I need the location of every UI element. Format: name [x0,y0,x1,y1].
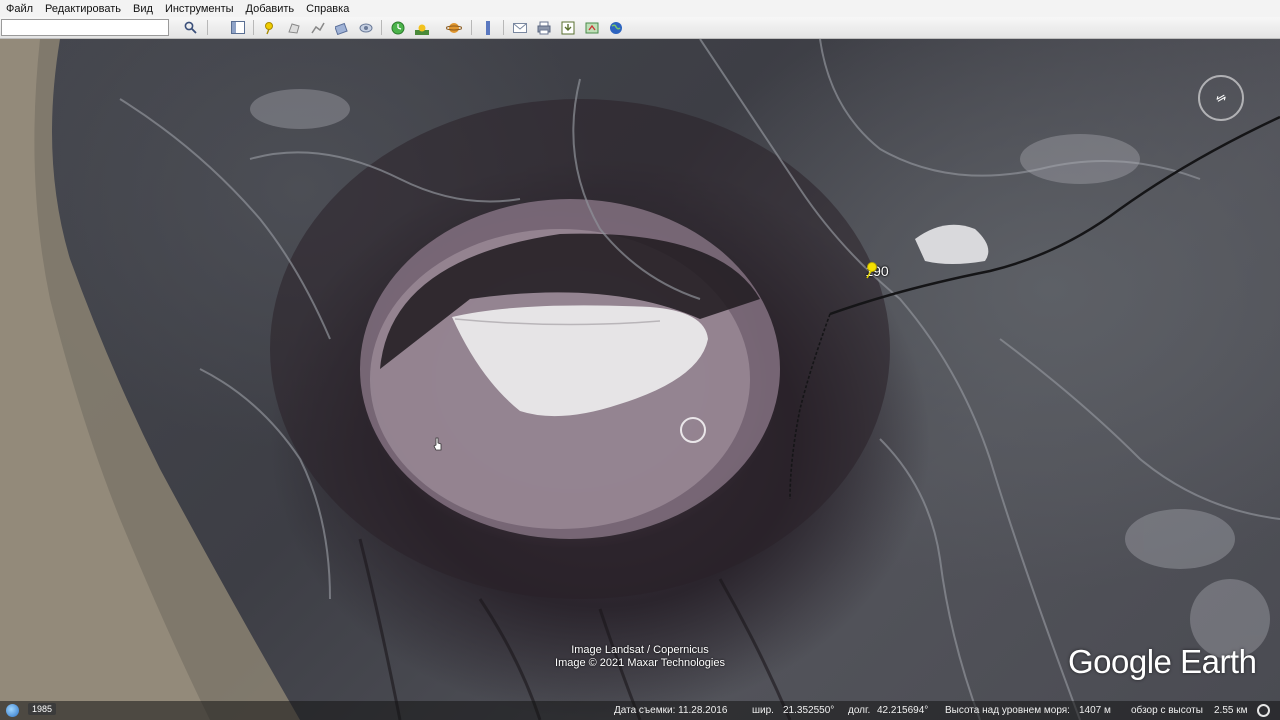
map-view[interactable]: ⇋ 190 Image Landsat / Copernicus Image ©… [0,39,1280,720]
sunlight-icon [415,24,429,35]
save-image-icon [561,21,575,34]
historical-imagery-icon [391,21,405,34]
add-image-overlay-button[interactable] [333,19,351,36]
longitude-label: долг. [848,705,871,716]
switch-planet-icon [446,22,462,33]
menu-bar: Файл Редактировать Вид Инструменты Добав… [0,0,1280,17]
email-icon [513,22,527,33]
menu-add[interactable]: Добавить [246,3,295,15]
ruler-button[interactable] [479,19,497,36]
add-polygon-button[interactable] [285,19,303,36]
record-tour-button[interactable] [357,19,375,36]
attribution-line-2: Image © 2021 Maxar Technologies [555,657,725,669]
view-in-maps-button[interactable] [583,19,601,36]
add-path-button[interactable] [309,19,327,36]
email-button[interactable] [511,19,529,36]
imagery-attribution: Image Landsat / Copernicus Image © 2021 … [540,644,740,670]
menu-view[interactable]: Вид [133,3,153,15]
compass-control[interactable]: ⇋ [1198,75,1244,121]
toolbar [0,17,1280,39]
earth-button[interactable] [607,19,625,36]
view-in-maps-icon [585,22,599,33]
compass-arrows-icon: ⇋ [1213,89,1229,107]
longitude-value: 42.215694° [877,705,929,716]
eye-altitude-label: обзор с высоты [1131,705,1203,716]
menu-help[interactable]: Справка [306,3,349,15]
historical-imagery-button[interactable] [389,19,407,36]
earth-icon [610,21,622,34]
search-icon [184,21,197,34]
google-earth-logo: Google Earth [1068,643,1257,680]
save-image-button[interactable] [559,19,577,36]
sidebar-toggle-button[interactable] [229,19,247,36]
add-polygon-icon [288,22,300,34]
menu-edit[interactable]: Редактировать [45,3,121,15]
switch-planet-button[interactable] [445,19,463,36]
print-button[interactable] [535,19,553,36]
terrain-drawing [0,39,1280,720]
ruler-icon [486,20,490,35]
add-image-overlay-icon [335,22,348,35]
imagery-year-badge: 1985 [28,703,57,715]
placemark[interactable]: 190 [862,261,892,279]
search-button[interactable] [181,19,199,36]
navigation-target-ring [680,417,706,443]
attribution-line-1: Image Landsat / Copernicus [571,644,709,656]
imagery-date: Дата съемки: 11.28.2016 [614,705,728,716]
eye-altitude-value: 2.55 км [1214,705,1248,716]
record-tour-icon [359,23,373,32]
streaming-indicator-icon [1257,704,1270,717]
add-placemark-icon [265,21,273,34]
latitude-label: шир. [752,705,774,716]
menu-tools[interactable]: Инструменты [165,3,234,15]
sunlight-button[interactable] [413,19,431,36]
add-path-icon [311,22,325,33]
elevation-label: Высота над уровнем моря: [945,705,1070,716]
add-placemark-button[interactable] [261,19,279,36]
elevation-value: 1407 м [1079,705,1111,716]
latitude-value: 21.352550° [783,705,835,716]
sidebar-toggle-icon [231,21,245,34]
print-icon [537,21,551,34]
status-bar: 1985 Дата съемки: 11.28.2016 шир. 21.352… [0,701,1280,720]
search-input[interactable] [1,19,169,36]
menu-file[interactable]: Файл [6,3,33,15]
historical-imagery-icon[interactable] [6,704,19,717]
